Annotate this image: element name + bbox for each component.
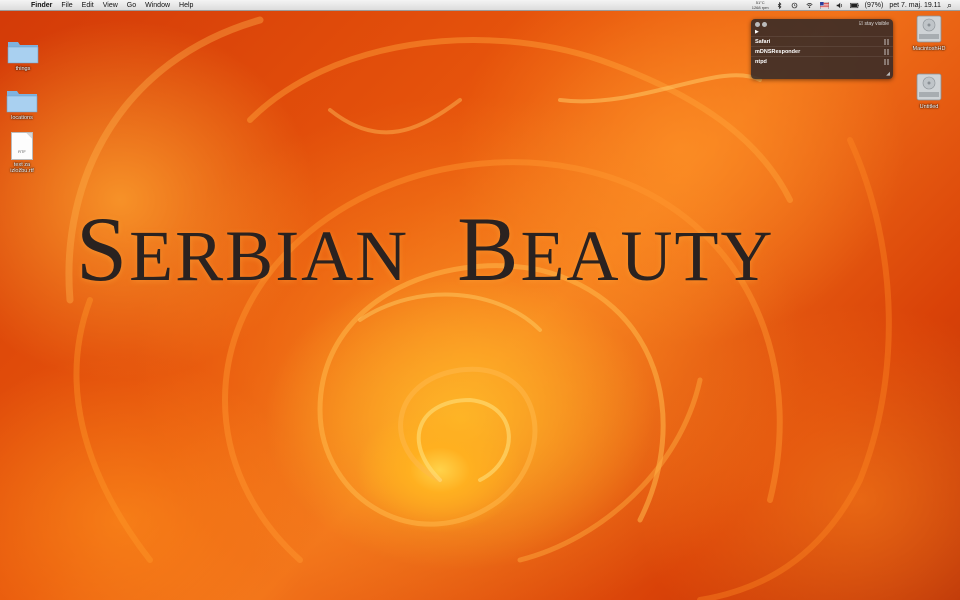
desktop-icon-text-document[interactable]: RTF text za izložbu.rtf [0,132,48,174]
process-name: ntpd [755,58,767,65]
menu-extras: 51°C 1268 rpm (97%) pet 7. maj. 19.11 ⌕ [746,0,960,11]
title-rest-erbian: ERBIAN [129,216,410,296]
menu-help[interactable]: Help [179,0,193,11]
process-bars [883,48,889,55]
widget-disclosure-arrow[interactable]: ▶ [751,29,893,36]
time-machine-icon[interactable] [790,2,799,9]
title-cap-b: B [457,198,521,300]
battery-percentage[interactable]: (97%) [865,2,884,9]
desktop-icon-macintosh-hd[interactable]: MacintoshHD [904,14,954,52]
desktop-icon-label: Untitled [919,104,939,110]
activity-widget[interactable]: ☑ stay visible ▶ Safari mDNSResponder nt… [751,19,893,79]
temperature-monitor[interactable]: 51°C 1268 rpm [752,0,769,10]
widget-resize-handle[interactable]: ◢ [886,71,890,77]
widget-info-button[interactable] [762,21,767,27]
wifi-icon[interactable] [805,2,814,9]
flag-input-icon[interactable] [819,1,829,9]
volume-icon[interactable] [835,2,844,9]
process-name: mDNSResponder [755,48,801,55]
spotlight-icon[interactable]: ⌕ [947,0,952,11]
menu-window[interactable]: Window [145,0,170,11]
fan-speed-value: 1268 rpm [751,5,769,10]
menu-file[interactable]: File [61,0,72,11]
rtf-document-icon: RTF [11,132,33,160]
process-bars [883,58,889,65]
stay-visible-label: stay visible [864,21,889,27]
folder-icon [6,91,38,113]
battery-icon[interactable] [849,2,859,9]
menu-edit[interactable]: Edit [82,0,94,11]
wallpaper-title: SERBIAN BEAUTY [76,196,896,302]
desktop-icon-locations[interactable]: locations [0,87,47,121]
process-row[interactable]: Safari [751,36,893,46]
title-cap-s: S [76,198,130,300]
menu-clock[interactable]: pet 7. maj. 19.11 [889,2,941,9]
process-row[interactable]: ntpd [751,56,893,66]
folder-icon [7,42,39,64]
process-row[interactable]: mDNSResponder [751,46,893,56]
desktop: Finder File Edit View Go Window Help 51°… [0,0,960,600]
menu-bar: Finder File Edit View Go Window Help 51°… [0,0,960,11]
desktop-icon-label: things [15,66,31,72]
menu-view[interactable]: View [103,0,118,11]
process-name: Safari [755,38,771,45]
desktop-icon-label: text za izložbu.rtf [10,162,34,174]
bluetooth-icon[interactable] [775,1,784,9]
menu-go[interactable]: Go [127,0,136,11]
hard-drive-icon [916,73,942,101]
rtf-badge: RTF [18,149,26,154]
hard-drive-icon [916,15,942,43]
widget-header: ☑ stay visible [751,19,893,29]
process-bars [883,38,889,45]
widget-close-button[interactable] [755,21,760,27]
desktop-icon-label: locations [11,115,33,121]
desktop-icon-things[interactable]: things [0,38,48,72]
menu-finder[interactable]: Finder [31,0,52,11]
stay-visible-checkbox[interactable]: ☑ stay visible [859,21,889,27]
desktop-icon-untitled[interactable]: Untitled [904,72,954,110]
desktop-icon-label: MacintoshHD [912,46,946,52]
checkbox-mark: ☑ [858,21,864,27]
title-rest-eauty: EAUTY [520,216,775,296]
